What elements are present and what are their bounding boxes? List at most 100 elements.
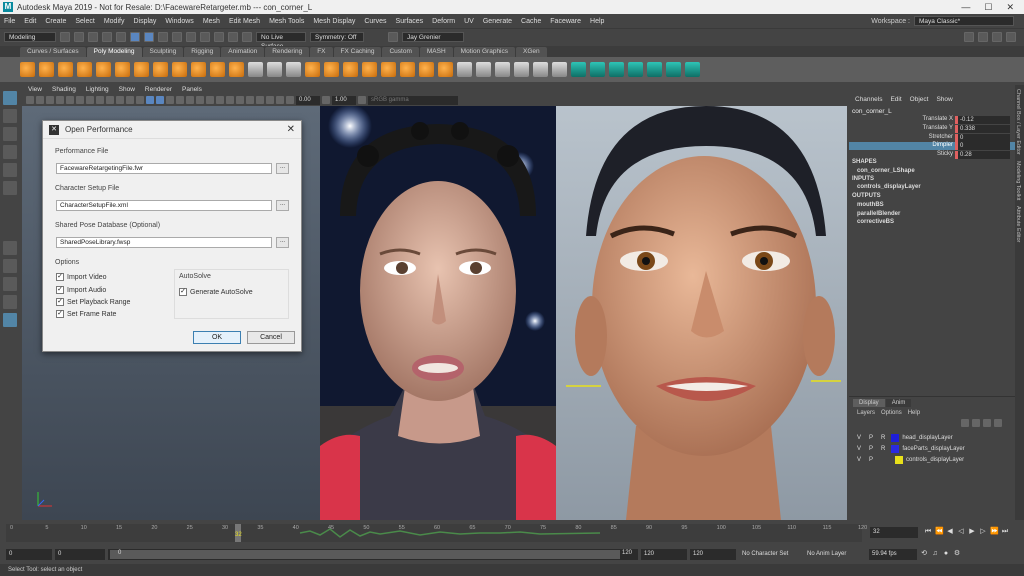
cancel-button[interactable]: Cancel — [247, 331, 295, 344]
layer-playback-toggle[interactable]: P — [869, 446, 873, 452]
channel-value[interactable]: 0.338 — [955, 125, 1010, 133]
panel-menu-panels[interactable]: Panels — [182, 86, 202, 93]
grease-pencil-icon[interactable] — [76, 96, 84, 104]
menu-cache[interactable]: Cache — [521, 18, 541, 25]
shelf-tab-animation[interactable]: Animation — [221, 47, 265, 57]
character-set-dropdown[interactable]: No Character Set — [739, 548, 801, 560]
menu-surfaces[interactable]: Surfaces — [396, 18, 424, 25]
film-gate-icon[interactable] — [96, 96, 104, 104]
shelf-tab-poly-modeling[interactable]: Poly Modeling — [86, 47, 142, 57]
poly-cube-icon[interactable] — [39, 62, 54, 77]
side-tab-channel-box[interactable]: Channel Box / Layer Editor — [1015, 85, 1021, 155]
anti-aliasing-icon[interactable] — [226, 96, 234, 104]
channel-menu-edit[interactable]: Edit — [890, 96, 901, 103]
set-frame-rate-checkbox[interactable]: ✓ Set Frame Rate — [56, 310, 116, 318]
wireframe-on-shaded-icon[interactable] — [166, 96, 174, 104]
combine-icon[interactable] — [248, 62, 263, 77]
channel-row-selected[interactable]: Dimpler 0 — [849, 142, 1015, 150]
2d-pan-zoom-icon[interactable] — [66, 96, 74, 104]
layer-tab-display[interactable]: Display — [853, 399, 885, 407]
gamma-field[interactable]: 1.00 — [332, 95, 356, 105]
x-ray-joints-icon[interactable] — [266, 96, 274, 104]
wireframe-icon[interactable] — [146, 96, 154, 104]
workspace-dropdown[interactable]: Maya Classic* — [914, 16, 1014, 26]
minimize-button[interactable]: — — [961, 2, 970, 13]
menu-uv[interactable]: UV — [464, 18, 474, 25]
anim-layer-dropdown[interactable]: No Anim Layer — [804, 548, 866, 560]
svg-icon[interactable] — [229, 62, 244, 77]
step-back-key-icon[interactable]: ⏪ — [935, 528, 944, 536]
panel-menu-renderer[interactable]: Renderer — [145, 86, 172, 93]
shelf-tab-xgen[interactable]: XGen — [516, 47, 547, 57]
depth-of-field-icon[interactable] — [236, 96, 244, 104]
poly-type-icon[interactable] — [210, 62, 225, 77]
boolean-intersection-icon[interactable] — [343, 62, 358, 77]
single-perspective-layout-icon[interactable] — [3, 241, 17, 255]
layer-menu-options[interactable]: Options — [881, 410, 902, 416]
layer-playback-toggle[interactable]: P — [869, 457, 873, 463]
performance-file-input[interactable]: FacewareRetargetingFile.fwr — [56, 163, 272, 174]
undo-icon[interactable] — [102, 31, 112, 42]
time-slider[interactable]: 32 0 5 10 15 20 25 30 35 40 45 50 55 60 65 70 75 80 85 90 9… — [0, 522, 1024, 544]
screen-space-ao-icon[interactable] — [206, 96, 214, 104]
dialog-close-button[interactable]: ✕ — [287, 124, 295, 135]
resolution-gate-icon[interactable] — [106, 96, 114, 104]
layer-reference-toggle[interactable]: R — [881, 435, 885, 441]
lasso-tool-icon[interactable] — [3, 109, 17, 123]
poly-torus-icon[interactable] — [96, 62, 111, 77]
color-management-icon[interactable] — [358, 96, 366, 104]
layer-color-swatch[interactable] — [891, 445, 900, 453]
range-slider[interactable]: 0 120 — [108, 548, 638, 560]
outliner-layout-icon[interactable] — [3, 295, 17, 309]
cylindrical-uv-icon[interactable] — [609, 62, 624, 77]
toggle-attribute-editor-icon[interactable] — [978, 31, 988, 42]
custom-layout-icon[interactable] — [3, 313, 17, 327]
boolean-union-icon[interactable] — [305, 62, 320, 77]
menu-generate[interactable]: Generate — [483, 18, 512, 25]
menu-mesh-display[interactable]: Mesh Display — [313, 18, 355, 25]
grid-icon[interactable] — [86, 96, 94, 104]
separate-icon[interactable] — [267, 62, 282, 77]
exposure-icon[interactable] — [286, 96, 294, 104]
loop-icon[interactable]: ⟲ — [920, 550, 928, 558]
ipr-render-icon[interactable] — [242, 31, 252, 42]
auto-uv-icon[interactable] — [647, 62, 662, 77]
sweep-mesh-icon[interactable] — [191, 62, 206, 77]
shape-node-item[interactable]: con_corner_LShape — [857, 168, 915, 174]
generate-autosolve-checkbox[interactable]: ✓ Generate AutoSolve — [179, 288, 253, 296]
redo-icon[interactable] — [116, 31, 126, 42]
camera-select-icon[interactable] — [26, 96, 34, 104]
pose-browse-button[interactable]: ... — [276, 237, 289, 248]
channel-value[interactable]: 0.28 — [955, 151, 1010, 159]
go-to-start-icon[interactable]: ⏮ — [924, 528, 932, 536]
uv-editor-icon[interactable] — [571, 62, 586, 77]
layer-visibility-toggle[interactable]: V — [857, 457, 861, 463]
playback-start-field[interactable]: 0 — [55, 548, 105, 560]
menu-modify[interactable]: Modify — [104, 18, 125, 25]
step-forward-frame-icon[interactable]: ▷ — [979, 528, 987, 536]
layer-visibility-toggle[interactable]: V — [857, 446, 861, 452]
snap-point-icon[interactable] — [200, 31, 210, 42]
menu-display[interactable]: Display — [133, 18, 156, 25]
bevel-icon[interactable] — [476, 62, 491, 77]
smooth-shade-icon[interactable] — [156, 96, 164, 104]
menu-mesh[interactable]: Mesh — [203, 18, 220, 25]
unfold-uv-icon[interactable] — [685, 62, 700, 77]
channel-menu-object[interactable]: Object — [910, 96, 929, 103]
layer-visibility-toggle[interactable]: V — [857, 435, 861, 441]
boolean-difference-icon[interactable] — [324, 62, 339, 77]
snap-curve-icon[interactable] — [186, 31, 196, 42]
menu-deform[interactable]: Deform — [432, 18, 455, 25]
field-chart-icon[interactable] — [126, 96, 134, 104]
channel-menu-channels[interactable]: Channels — [855, 96, 882, 103]
layer-row[interactable]: V P R head_displayLayer — [849, 433, 1015, 443]
remesh-icon[interactable] — [419, 62, 434, 77]
channel-row[interactable]: Stretcher 0 — [849, 134, 1015, 142]
menu-windows[interactable]: Windows — [165, 18, 193, 25]
move-layer-down-icon[interactable] — [972, 419, 980, 427]
extrude-icon[interactable] — [457, 62, 472, 77]
camera-attributes-icon[interactable] — [36, 96, 44, 104]
character-browse-button[interactable]: ... — [276, 200, 289, 211]
select-component-icon[interactable] — [158, 31, 168, 42]
toggle-channel-box-icon[interactable] — [1006, 31, 1016, 42]
